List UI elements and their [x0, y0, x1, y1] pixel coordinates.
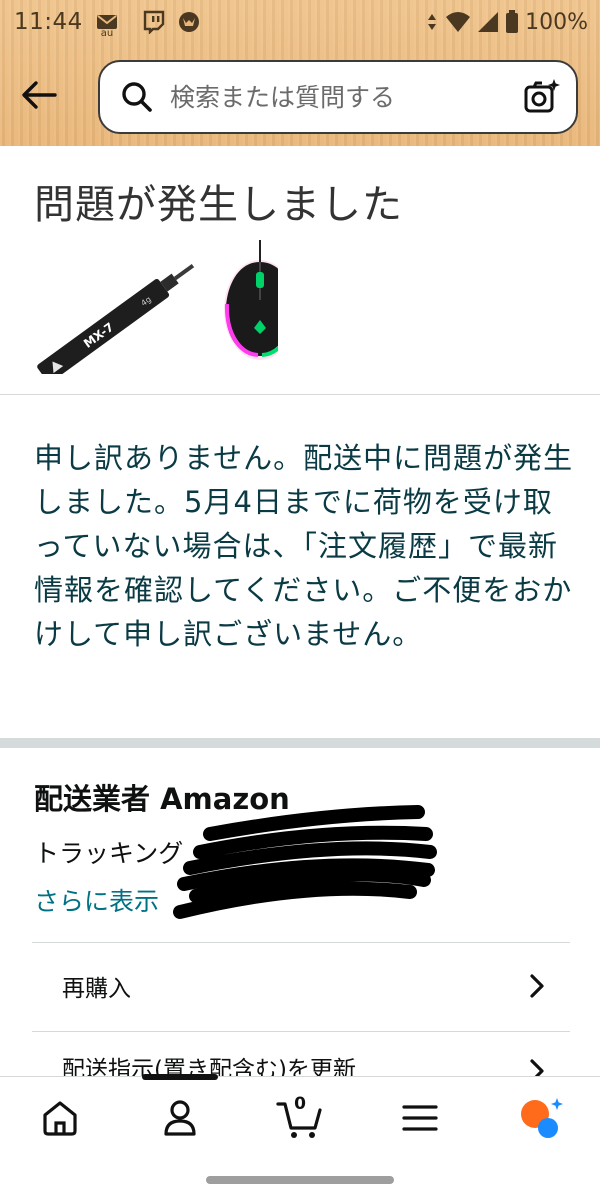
delivery-instructions-row[interactable]: 配送指示(置き配含む)を更新	[32, 1048, 570, 1078]
status-time: 11:44	[14, 9, 83, 35]
scroll-indicator	[142, 1074, 218, 1080]
chevron-right-icon	[530, 974, 544, 998]
product-images: MX-7 4g	[28, 234, 296, 383]
wifi-icon	[445, 11, 471, 33]
syringe-product-image[interactable]: MX-7 4g	[36, 257, 199, 383]
list-divider	[32, 1031, 570, 1032]
search-bar[interactable]	[98, 60, 578, 134]
nav-account[interactable]	[140, 1088, 220, 1148]
home-icon	[43, 1100, 77, 1136]
section-band	[0, 738, 600, 748]
account-icon	[164, 1099, 196, 1136]
nav-cart[interactable]: 0	[260, 1088, 340, 1148]
show-more-link[interactable]: さらに表示	[34, 882, 159, 918]
back-button[interactable]	[18, 74, 60, 116]
app-header: 11:44 au 100% 検索または質問する	[0, 0, 600, 146]
camera-search-button[interactable]	[522, 77, 562, 117]
battery-percent: 100%	[525, 9, 588, 35]
camera-sparkle-icon	[524, 79, 560, 113]
cart-count: 0	[294, 1093, 306, 1114]
rebuy-label: 再購入	[62, 976, 131, 1002]
nav-menu[interactable]	[380, 1088, 460, 1148]
rebuy-row[interactable]: 再購入	[32, 942, 570, 1030]
assistant-icon	[521, 1097, 563, 1138]
page-title: 問題が発生しました	[34, 182, 403, 228]
nav-home[interactable]	[20, 1088, 100, 1148]
menu-icon	[402, 1104, 438, 1131]
bottom-nav: 0	[0, 1076, 600, 1158]
twitch-icon	[143, 10, 165, 34]
mouse-product-image[interactable]	[224, 240, 296, 360]
search-input[interactable]	[170, 72, 522, 122]
nav-assistant[interactable]	[500, 1088, 580, 1148]
redaction-scribble	[173, 805, 437, 919]
battery-icon	[505, 10, 519, 34]
data-arrows-icon	[425, 10, 439, 34]
arrow-left-icon	[22, 81, 57, 109]
signal-icon	[477, 11, 499, 33]
gesture-bar[interactable]	[206, 1176, 394, 1184]
search-icon	[120, 80, 154, 114]
status-bar: 11:44 au 100%	[14, 9, 588, 39]
chevron-right-icon	[530, 1059, 544, 1078]
problem-message: 申し訳ありません。配送中に問題が発生しました。5月4日までに荷物を受け取っていな…	[34, 441, 574, 651]
pokemon-icon	[177, 10, 201, 34]
section-divider	[0, 394, 600, 395]
